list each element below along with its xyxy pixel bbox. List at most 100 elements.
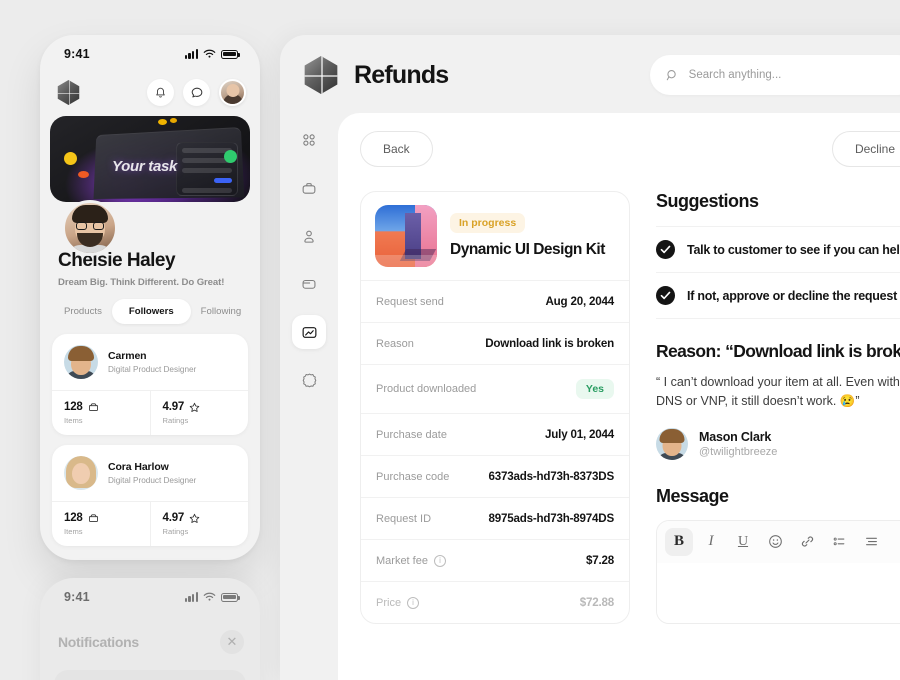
stat-items: 128 Items: [52, 502, 150, 546]
sidebar-item-products[interactable]: [292, 171, 326, 205]
tab-followers[interactable]: Followers: [111, 299, 191, 324]
message-textarea[interactable]: [657, 562, 900, 623]
profile-avatar-large: [62, 200, 118, 256]
editor-toolbar: B I U: [657, 520, 900, 563]
list-item[interactable]: If not, approve or decline the request: [656, 273, 900, 319]
sidebar-item-dashboard[interactable]: [292, 123, 326, 157]
row-key: Request ID: [376, 512, 432, 525]
follower-stats: 128 Items 4.97 Ratings: [52, 501, 248, 546]
row-key: Purchase code: [376, 470, 450, 483]
stat-items: 128 Items: [52, 391, 150, 435]
italic-button[interactable]: I: [697, 528, 725, 556]
bullet-list-icon[interactable]: [825, 528, 853, 556]
follower-header: Cora Harlow Digital Product Designer: [52, 445, 248, 501]
dashboard-body: Back Decline In progress Dynamic UI Desi…: [280, 113, 900, 680]
search-box[interactable]: [650, 55, 900, 95]
sidebar-item-badge[interactable]: [292, 363, 326, 397]
avatar: [656, 427, 688, 460]
align-icon[interactable]: [857, 528, 885, 556]
box-icon: [88, 403, 98, 412]
chat-bubble-icon: [191, 87, 202, 97]
sidebar-item-wallet[interactable]: [292, 267, 326, 301]
phone-mockup-profile: 9:41 Your task Chelsie Haley Dream Big. …: [40, 35, 260, 560]
grid-icon: [303, 134, 315, 146]
profile-tabs: Products Followers Following: [54, 299, 246, 324]
follower-header: Carmen Digital Product Designer: [52, 334, 248, 390]
follower-role: Digital Product Designer: [108, 365, 197, 374]
info-icon[interactable]: i: [433, 554, 446, 567]
stat-items-value: 128: [64, 401, 83, 413]
status-time: 9:41: [64, 47, 90, 61]
reason-quote-line-1: “ I can’t download your item at all. Eve…: [656, 375, 900, 389]
sidebar-item-profile[interactable]: [292, 219, 326, 253]
messages-button[interactable]: [183, 79, 210, 106]
row-value: $7.28: [585, 554, 614, 567]
check-circle-icon: [656, 286, 675, 305]
chart-square-icon: [302, 326, 316, 338]
search-input[interactable]: [688, 69, 900, 81]
notifications-header: Notifications ✕: [40, 616, 260, 654]
tab-products[interactable]: Products: [54, 300, 112, 323]
back-button[interactable]: Back: [360, 131, 433, 167]
row-key: Price i: [376, 596, 420, 609]
row-key: Market fee i: [376, 554, 446, 567]
stat-ratings-label: Ratings: [162, 527, 189, 536]
table-row: Request send Aug 20, 2044: [361, 280, 629, 322]
phone-status-bar: 9:41: [40, 35, 260, 73]
avatar: [64, 345, 98, 379]
author-name: Mason Clark: [699, 429, 772, 444]
reason-quote: “ I can’t download your item at all. Eve…: [656, 373, 900, 412]
stat-ratings-value: 4.97: [162, 512, 185, 524]
notifications-button[interactable]: [147, 79, 174, 106]
page-title: Notifications: [58, 634, 139, 650]
follower-stats: 128 Items 4.97 Ratings: [52, 390, 248, 435]
status-indicators: [184, 592, 241, 602]
row-value: Download link is broken: [485, 337, 614, 350]
product-name: Dynamic UI Design Kit: [450, 241, 605, 258]
follower-name: Cora Harlow: [108, 461, 169, 473]
battery-icon: [221, 49, 241, 59]
wifi-icon: [203, 49, 216, 58]
table-row: Purchase code 6373ads-hd73h-8373DS: [361, 455, 629, 497]
avatar: [64, 456, 98, 490]
list-item[interactable]: Talk to customer to see if you can help: [656, 226, 900, 273]
person-icon: [304, 230, 314, 243]
link-icon[interactable]: [793, 528, 821, 556]
table-row: Reason Download link is broken: [361, 322, 629, 364]
profile-avatar[interactable]: [219, 79, 246, 106]
stat-ratings-label: Ratings: [162, 416, 189, 425]
row-value-badge: Yes: [575, 379, 614, 399]
row-value: Aug 20, 2044: [545, 295, 615, 308]
banner-caption: Your task: [112, 158, 178, 175]
hexagon-logo-icon[interactable]: [57, 80, 80, 105]
close-icon[interactable]: ✕: [220, 630, 244, 654]
bold-button[interactable]: B: [665, 527, 693, 556]
panel-columns: In progress Dynamic UI Design Kit Reques…: [338, 167, 900, 624]
product-thumbnail: [375, 205, 437, 267]
decor-dot-amber-2: [170, 118, 177, 123]
row-key: Request send: [376, 295, 444, 308]
stat-ratings: 4.97 Ratings: [149, 391, 249, 435]
underline-button[interactable]: U: [729, 528, 757, 556]
phone-header: [40, 73, 260, 116]
table-row: Price i $72.88: [361, 581, 629, 623]
info-icon[interactable]: i: [407, 596, 420, 609]
row-value: 6373ads-hd73h-8373DS: [488, 470, 614, 483]
follower-card[interactable]: Cora Harlow Digital Product Designer 128…: [52, 445, 248, 546]
decline-button[interactable]: Decline: [831, 131, 900, 167]
tab-following[interactable]: Following: [191, 300, 252, 323]
suggestions-title: Suggestions: [656, 191, 759, 211]
stat-items-value: 128: [64, 512, 83, 524]
signal-bars-icon: [184, 49, 198, 59]
row-key: Purchase date: [376, 428, 447, 441]
profile-tagline: Dream Big. Think Different. Do Great!: [58, 277, 225, 288]
check-circle-icon: [656, 240, 675, 259]
emoji-icon[interactable]: [761, 528, 789, 556]
suggestion-text: Talk to customer to see if you can help: [687, 242, 900, 257]
follower-name: Carmen: [108, 350, 147, 362]
follower-card[interactable]: Carmen Digital Product Designer 128 Item…: [52, 334, 248, 435]
reason-heading: Reason: “Download link is broken”: [656, 341, 900, 361]
hexagon-logo-icon[interactable]: [304, 56, 338, 94]
sidebar-item-analytics[interactable]: [292, 315, 326, 349]
suggestion-text: If not, approve or decline the request: [687, 288, 897, 303]
